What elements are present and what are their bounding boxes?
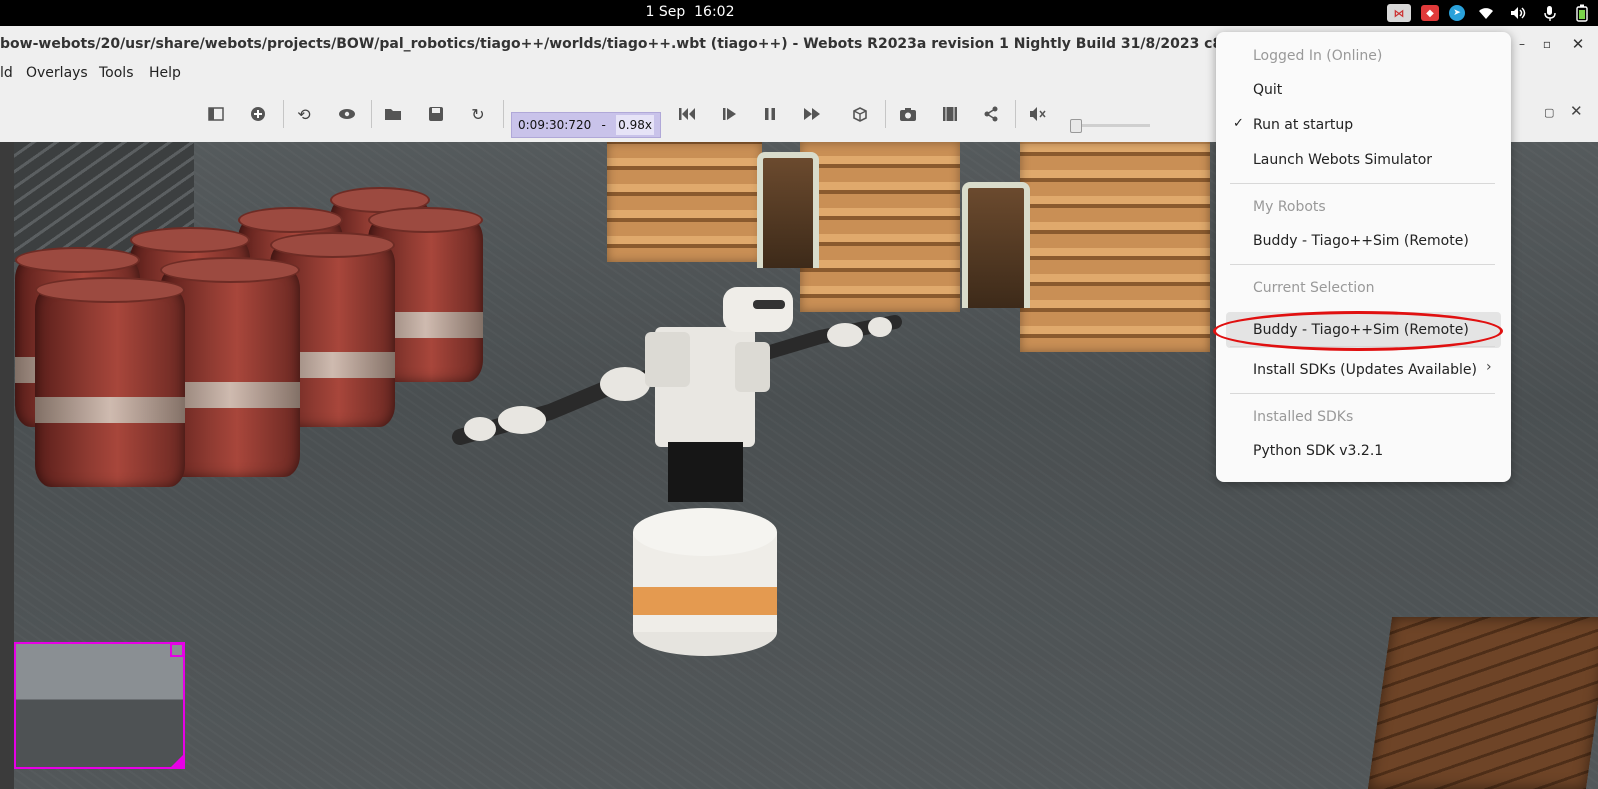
add-node-icon[interactable] bbox=[245, 102, 271, 126]
current-selection-header: Current Selection bbox=[1253, 280, 1375, 296]
system-top-bar: 1 Sep 16:02 ⋈ ◆ ➤ bbox=[0, 0, 1598, 26]
toolbar-separator bbox=[1015, 100, 1016, 128]
chevron-right-icon: › bbox=[1486, 359, 1492, 375]
install-sdks-menu-item[interactable]: Install SDKs (Updates Available) bbox=[1253, 360, 1477, 380]
check-icon: ✓ bbox=[1233, 116, 1244, 131]
telegram-tray-icon[interactable]: ➤ bbox=[1449, 5, 1465, 21]
launch-webots-menu-item[interactable]: Launch Webots Simulator bbox=[1253, 150, 1432, 170]
bow-tray-icon[interactable]: ⋈ bbox=[1387, 4, 1411, 22]
cart bbox=[962, 182, 1030, 308]
window-title: bow-webots/20/usr/share/webots/projects/… bbox=[0, 36, 1376, 52]
python-sdk-menu-item[interactable]: Python SDK v3.2.1 bbox=[1253, 441, 1383, 461]
bow-tray-menu: Logged In (Online) Quit ✓ Run at startup… bbox=[1216, 32, 1511, 482]
panel-restore-icon[interactable]: ▢ bbox=[1544, 106, 1554, 119]
render-toggle-icon[interactable] bbox=[847, 102, 873, 126]
toolbar-separator bbox=[503, 100, 504, 128]
clock-time: 16:02 bbox=[694, 4, 735, 20]
reload-world-icon[interactable]: ↻ bbox=[465, 102, 491, 126]
save-world-icon[interactable] bbox=[423, 102, 449, 126]
wifi-icon[interactable] bbox=[1475, 4, 1497, 22]
simulation-speed: 0.98x bbox=[616, 115, 654, 135]
reset-simulation-icon[interactable] bbox=[674, 102, 700, 126]
open-world-icon[interactable] bbox=[380, 102, 406, 126]
barrel bbox=[35, 277, 185, 487]
menu-separator bbox=[1230, 264, 1495, 265]
minimize-icon[interactable]: – bbox=[1512, 35, 1532, 53]
simulation-time: 0:09:30:720 bbox=[518, 118, 592, 132]
annotation-ellipse bbox=[1213, 311, 1503, 351]
menu-separator bbox=[1230, 393, 1495, 394]
tiago-robot bbox=[452, 287, 902, 656]
cart bbox=[757, 152, 819, 268]
overview-resize-handle[interactable] bbox=[171, 755, 183, 767]
screenshot-icon[interactable] bbox=[895, 102, 921, 126]
panel-close-icon[interactable]: ✕ bbox=[1570, 102, 1583, 120]
app-tray-icon[interactable]: ◆ bbox=[1421, 5, 1439, 21]
eye-icon[interactable] bbox=[334, 102, 360, 126]
menu-help[interactable]: Help bbox=[149, 65, 181, 81]
microphone-icon[interactable] bbox=[1539, 4, 1561, 22]
record-movie-icon[interactable] bbox=[937, 102, 963, 126]
step-icon[interactable] bbox=[716, 102, 742, 126]
share-icon[interactable] bbox=[978, 102, 1004, 126]
volume-slider-handle[interactable] bbox=[1070, 119, 1082, 133]
menu-world[interactable]: ld bbox=[0, 65, 13, 81]
menu-overlays[interactable]: Overlays bbox=[26, 65, 88, 81]
fast-forward-icon[interactable] bbox=[799, 102, 825, 126]
pallet-stack bbox=[1020, 142, 1210, 352]
volume-slider-track[interactable] bbox=[1072, 124, 1150, 127]
clock-date: 1 Sep bbox=[645, 4, 686, 20]
toggle-scene-tree-icon[interactable] bbox=[203, 102, 229, 126]
menu-separator bbox=[1230, 183, 1495, 184]
overview-close-icon[interactable] bbox=[170, 643, 184, 657]
battery-icon[interactable] bbox=[1571, 4, 1593, 22]
toolbar-separator bbox=[371, 100, 372, 128]
system-tray: ⋈ ◆ ➤ bbox=[1382, 0, 1598, 26]
wooden-crate bbox=[1367, 617, 1598, 789]
overview-camera[interactable] bbox=[14, 642, 185, 769]
my-robot-menu-item[interactable]: Buddy - Tiago++Sim (Remote) bbox=[1253, 231, 1469, 251]
menu-tools[interactable]: Tools bbox=[99, 65, 134, 81]
logged-in-status: Logged In (Online) bbox=[1253, 48, 1383, 64]
time-separator: - bbox=[601, 118, 606, 132]
clock[interactable]: 1 Sep 16:02 bbox=[0, 4, 1380, 20]
run-at-startup-menu-item[interactable]: Run at startup bbox=[1253, 115, 1353, 135]
close-icon[interactable]: ✕ bbox=[1568, 35, 1588, 53]
reset-viewpoint-icon[interactable]: ⟲ bbox=[291, 102, 317, 126]
mute-icon[interactable] bbox=[1025, 102, 1051, 126]
simulation-time-display: 0:09:30:720 - 0.98x bbox=[511, 112, 661, 138]
volume-icon[interactable] bbox=[1507, 4, 1529, 22]
toolbar-separator bbox=[885, 100, 886, 128]
quit-menu-item[interactable]: Quit bbox=[1253, 80, 1282, 100]
pallet-stack bbox=[607, 142, 762, 262]
installed-sdks-header: Installed SDKs bbox=[1253, 409, 1354, 425]
my-robots-header: My Robots bbox=[1253, 199, 1326, 215]
scene-tree-collapsed[interactable] bbox=[0, 142, 14, 789]
maximize-icon[interactable]: ▫ bbox=[1537, 35, 1557, 53]
pause-icon[interactable] bbox=[757, 102, 783, 126]
toolbar-separator bbox=[283, 100, 284, 128]
